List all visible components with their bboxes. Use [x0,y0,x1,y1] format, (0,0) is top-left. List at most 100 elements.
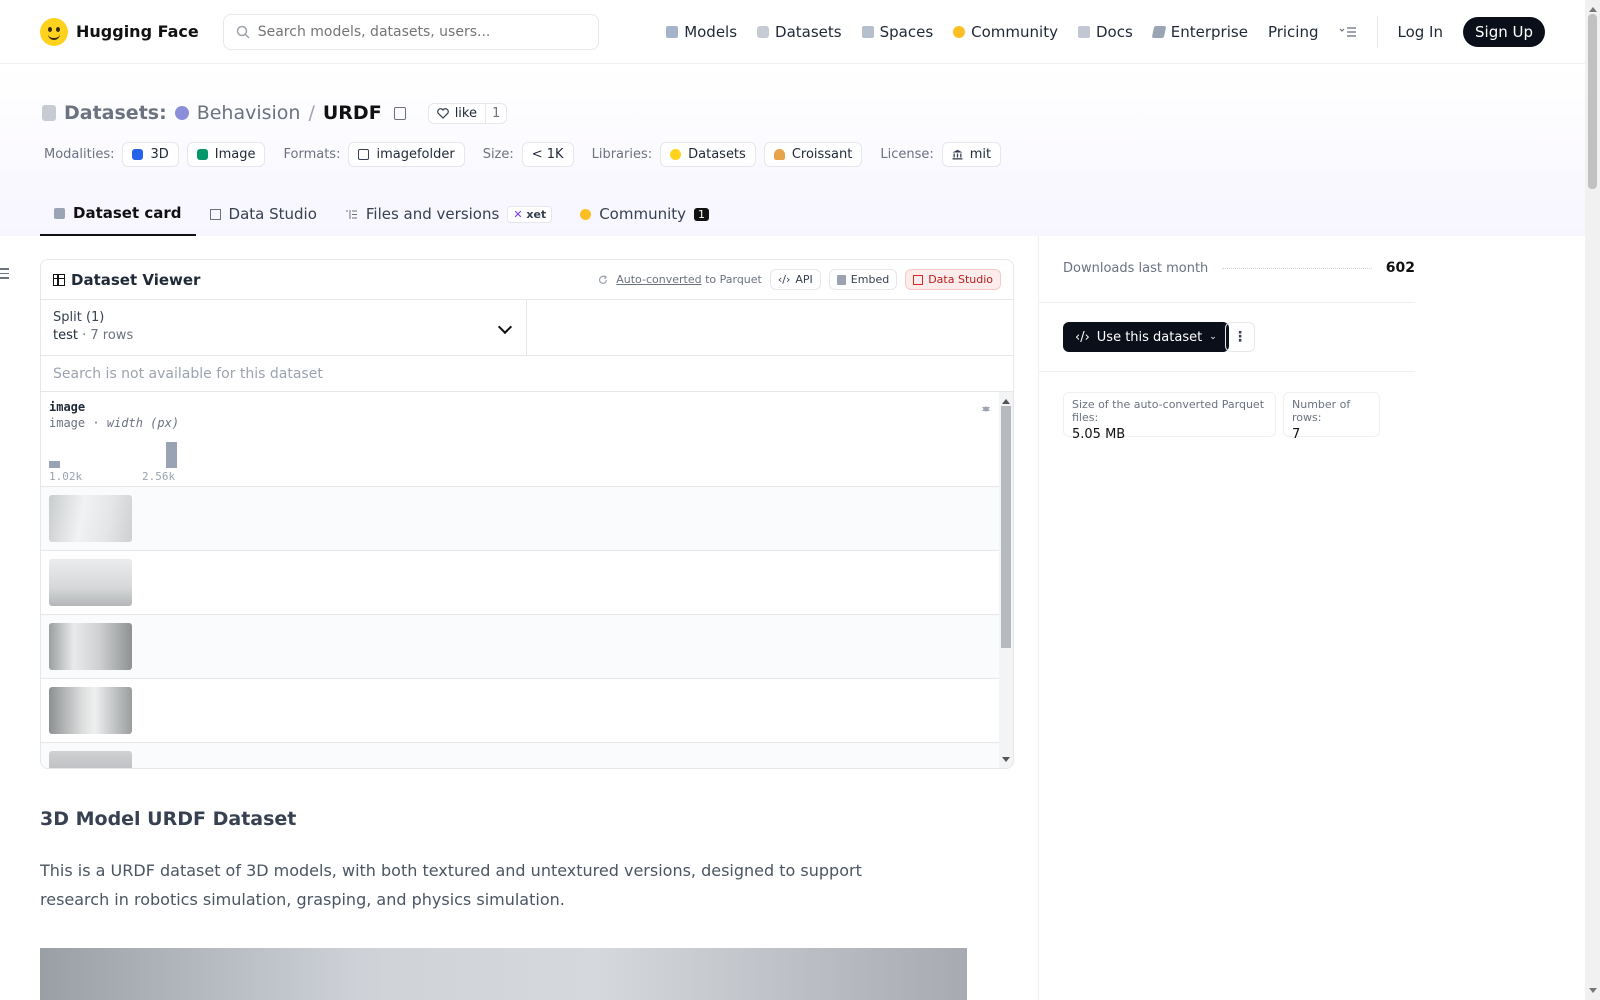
org-avatar[interactable] [174,106,189,120]
xet-badge: ✕ xet [507,205,553,223]
vertical-dots-icon: ⋮ [1233,329,1247,345]
repo-name[interactable]: URDF [323,102,382,124]
nav-datasets[interactable]: Datasets [757,23,842,41]
scrollbar-thumb[interactable] [1001,406,1011,648]
table-row[interactable] [41,615,999,679]
viewer-actions: Auto-converted to Parquet ‹/› API Embed D… [598,269,1001,290]
column-stat-label: width (px) [106,416,180,430]
parquet-size-value: 5.05 MB [1072,427,1126,442]
data-studio-button[interactable]: Data Studio [905,269,1001,290]
parquet-size-stat: Size of the auto-converted Parquet files… [1063,392,1276,442]
tab-data-studio[interactable]: Data Studio [196,192,331,236]
table-row[interactable] [41,679,999,743]
like-button[interactable]: like 1 [427,102,508,124]
width-histogram [49,440,179,468]
scroll-up-arrow-icon[interactable] [1002,395,1010,404]
rows-stat: Number of rows: 7 [1283,392,1380,442]
brand-name: Hugging Face [76,22,199,41]
datasets-icon [757,25,770,38]
card-paragraph: This is a URDF dataset of 3D models, wit… [40,861,862,909]
section-label[interactable]: Datasets: [64,102,167,124]
image-thumbnail[interactable] [49,687,132,734]
table-scrollbar[interactable] [999,392,1013,768]
org-link[interactable]: Behavision [197,102,301,124]
xet-icon: ✕ [513,207,523,221]
image-thumbnail[interactable] [49,559,132,606]
community-icon [953,25,966,38]
copy-icon[interactable] [393,106,406,120]
split-row-count: 7 rows [90,328,134,343]
hf-logo[interactable]: Hugging Face [40,17,199,46]
split-label: Split (1) [53,310,105,325]
scroll-down-arrow-icon[interactable] [1589,988,1597,997]
signup-button[interactable]: Sign Up [1463,16,1545,47]
login-link[interactable]: Log In [1398,23,1444,41]
nav-more-menu[interactable] [1339,26,1357,38]
top-navigation: Hugging Face Models Datasets Spaces Comm… [0,0,1585,64]
nav-pricing[interactable]: Pricing [1268,23,1319,41]
rows-value: 7 [1292,427,1301,442]
tag-3d[interactable]: 3D [122,142,179,167]
search-input[interactable] [257,23,578,40]
more-options-button[interactable]: ⋮ [1225,322,1255,352]
tag-imagefolder[interactable]: imagefolder [348,142,465,167]
image-thumbnail[interactable] [49,751,132,768]
dataset-card-icon [54,207,65,219]
table-row[interactable] [41,551,999,615]
toc-toggle-icon[interactable] [0,268,9,282]
tab-files-and-versions[interactable]: Files and versions ✕ xet [331,192,566,236]
table-row[interactable] [41,487,999,551]
global-search[interactable] [222,13,599,50]
tag-datasets-lib[interactable]: Datasets [660,142,756,167]
nav-spaces[interactable]: Spaces [861,23,933,41]
auto-converted-link[interactable]: Auto-converted [616,273,701,286]
nav-divider [1376,15,1378,48]
scroll-down-arrow-icon[interactable] [1002,757,1010,766]
files-icon [345,209,357,219]
menu-list-icon [1339,26,1356,37]
sort-icon[interactable] [981,402,991,416]
split-selector[interactable]: Split (1) test · 7 rows [41,300,527,355]
image-thumbnail[interactable] [49,495,132,542]
use-this-dataset-button[interactable]: ‹/› Use this dataset ⌄ [1063,322,1229,352]
table-icon [913,274,924,285]
downloads-count: 602 [1385,260,1415,276]
histogram-bar[interactable] [166,442,177,468]
breadcrumb: Datasets: Behavision / URDF like 1 [42,102,508,124]
scroll-up-arrow-icon[interactable] [1589,3,1597,12]
tag-license[interactable]: mit [941,142,1002,167]
libraries-label: Libraries: [591,147,653,162]
nav-community[interactable]: Community [953,23,1058,41]
nav-links: Models Datasets Spaces Community Docs En… [666,15,1545,48]
like-label: like [454,105,477,121]
chevron-down-icon: ⌄ [1209,332,1217,342]
nav-docs[interactable]: Docs [1077,23,1133,41]
tab-dataset-card[interactable]: Dataset card [40,192,196,236]
tag-image[interactable]: Image [186,142,266,167]
split-value: test [53,328,78,343]
column-type-separator: · [92,416,100,430]
table-row[interactable] [41,743,999,768]
preview-image [40,948,967,1000]
api-button[interactable]: ‹/› API [769,269,821,290]
downloads-stat: Downloads last month 602 [1063,260,1415,276]
viewer-table: image image · width (px) 1.02k 2.56k [41,392,1013,768]
tab-community[interactable]: Community 1 [566,192,723,236]
divider [1039,302,1415,303]
spaces-icon [861,25,874,38]
nav-enterprise[interactable]: Enterprise [1151,23,1248,41]
image-icon [196,149,208,160]
hf-smiley-icon [670,149,682,160]
scrollbar-thumb[interactable] [1588,14,1597,189]
embed-button[interactable]: Embed [828,269,898,290]
license-label: License: [880,147,934,162]
tag-size[interactable]: < 1K [521,142,574,167]
histogram-bar[interactable] [49,461,60,468]
nav-models[interactable]: Models [666,23,737,41]
window-scrollbar[interactable] [1585,0,1600,1000]
modalities-label: Modalities: [44,147,115,162]
image-thumbnail[interactable] [49,623,132,670]
parquet-size-label: Size of the auto-converted Parquet files… [1072,398,1265,424]
tag-croissant[interactable]: Croissant [763,142,863,167]
column-header-image[interactable]: image image · width (px) 1.02k 2.56k [41,392,999,487]
